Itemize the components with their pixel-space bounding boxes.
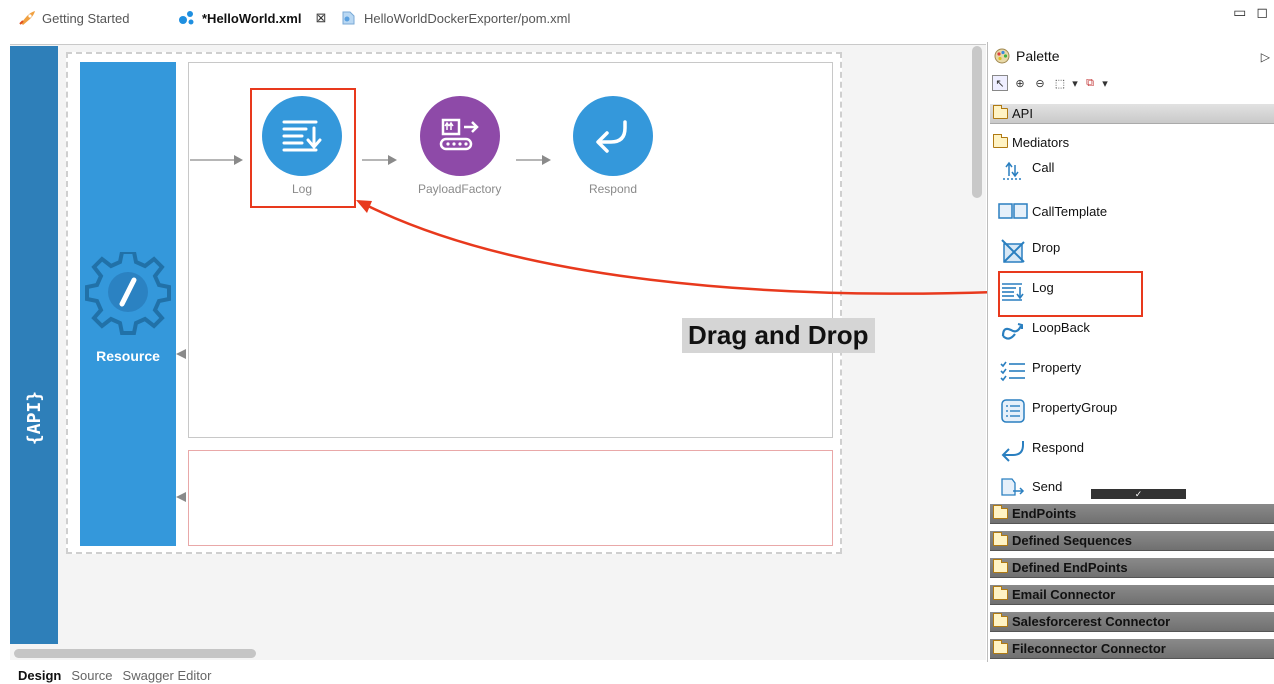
chevron-down-icon[interactable]: ▾	[1102, 75, 1108, 91]
palette-item-calltemplate[interactable]: CallTemplate	[998, 196, 1107, 226]
respond-icon	[998, 437, 1028, 465]
palette-header: Palette	[994, 48, 1060, 64]
editor-bottom-tabs: Design Source Swagger Editor	[18, 668, 211, 683]
payloadfactory-mediator-node[interactable]: PayloadFactory	[418, 96, 501, 196]
palette-item-property[interactable]: Property	[998, 356, 1081, 386]
palette-drawer-email-connector[interactable]: Email Connector	[990, 585, 1274, 605]
palette-panel: Palette ▷ ↖ ⊕ ⊖ ⬚ ▾ ⧉ ▾ API Mediators Ca…	[987, 42, 1274, 662]
palette-item-label: Respond	[1032, 439, 1085, 455]
respond-icon	[573, 96, 653, 176]
property-group-icon	[998, 397, 1028, 425]
folder-icon	[992, 532, 1008, 546]
palette-item-call[interactable]: Call	[998, 156, 1054, 186]
palette-drawer-defined-sequences[interactable]: Defined Sequences	[990, 531, 1274, 551]
palette-log-highlight	[998, 271, 1143, 317]
api-label: {API}	[23, 390, 45, 446]
palette-drawer-endpoints[interactable]: EndPoints	[990, 504, 1274, 524]
palette-item-label: Property	[1032, 359, 1082, 375]
resource-block[interactable]	[80, 62, 176, 546]
tab-pom-xml[interactable]: HelloWorldDockerExporter/pom.xml	[340, 8, 570, 28]
zoom-out-icon[interactable]: ⊖	[1032, 75, 1048, 91]
palette-item-label: PropertyGroup	[1032, 399, 1118, 415]
tab-swagger-editor[interactable]: Swagger Editor	[123, 668, 212, 683]
api-file-icon	[179, 11, 194, 25]
palette-item-label: Drop	[1032, 239, 1061, 255]
payload-factory-icon	[419, 96, 500, 176]
palette-icon	[994, 48, 1010, 64]
palette-scroll-indicator[interactable]: ✓	[1091, 489, 1186, 499]
palette-item-loopback[interactable]: LoopBack	[998, 316, 1090, 346]
chevron-down-icon[interactable]: ▾	[1072, 75, 1078, 91]
drawer-label: Email Connector	[1012, 587, 1116, 602]
folder-icon	[992, 505, 1008, 519]
palette-drawer-fileconnector-connector[interactable]: Fileconnector Connector	[990, 639, 1274, 659]
drawer-label: Defined EndPoints	[1012, 560, 1128, 575]
palette-title: Palette	[1016, 48, 1060, 64]
drawer-label: Salesforcerest Connector	[1012, 614, 1171, 629]
folder-open-icon	[992, 133, 1008, 148]
drawer-label: Fileconnector Connector	[1012, 641, 1166, 656]
palette-item-respond[interactable]: Respond	[998, 436, 1084, 466]
send-icon	[998, 476, 1028, 496]
connection-tool-icon[interactable]: ⧉	[1082, 75, 1098, 91]
tab-design[interactable]: Design	[18, 668, 61, 683]
mediator-label: Respond	[588, 182, 638, 196]
palette-item-label: CallTemplate	[1032, 203, 1108, 219]
palette-item-propertygroup[interactable]: PropertyGroup	[998, 396, 1117, 426]
rocket-icon	[19, 11, 35, 25]
close-tab-icon[interactable]: ⊠	[315, 10, 326, 26]
eclipse-editor-window: Getting Started *HelloWorld.xml ⊠ HelloW…	[0, 0, 1274, 684]
zoom-in-icon[interactable]: ⊕	[1012, 75, 1028, 91]
palette-item-send[interactable]: Send	[998, 476, 1062, 496]
vertical-scrollbar[interactable]	[972, 46, 982, 198]
tab-source[interactable]: Source	[71, 668, 112, 683]
tab-getting-started[interactable]: Getting Started	[18, 8, 129, 28]
palette-drawer-api[interactable]: API	[990, 104, 1274, 124]
mediator-label: PayloadFactory	[418, 182, 502, 196]
marquee-tool-icon[interactable]: ⬚	[1052, 75, 1068, 91]
resource-label: Resource	[96, 348, 160, 364]
property-icon	[998, 357, 1028, 385]
select-tool-icon[interactable]: ↖	[992, 75, 1008, 91]
tab-label: Getting Started	[42, 10, 130, 26]
drop-icon	[998, 237, 1028, 265]
tab-label: HelloWorldDockerExporter/pom.xml	[364, 10, 571, 26]
folder-icon	[992, 559, 1008, 573]
editor-tab-bar: Getting Started *HelloWorld.xml ⊠ HelloW…	[0, 0, 1274, 36]
palette-item-label: Call	[1032, 159, 1055, 175]
maximize-icon[interactable]: ◻	[1256, 4, 1268, 21]
respond-mediator-node[interactable]: Respond	[573, 96, 653, 196]
horizontal-scrollbar[interactable]	[14, 649, 256, 658]
folder-icon	[992, 105, 1008, 119]
palette-item-label: LoopBack	[1032, 319, 1090, 335]
tab-label: *HelloWorld.xml	[202, 10, 302, 26]
palette-item-label: Send	[1032, 478, 1063, 494]
drawer-label: EndPoints	[1012, 506, 1077, 521]
drawer-label: Defined Sequences	[1012, 533, 1132, 548]
palette-drawer-mediators[interactable]: Mediators	[990, 132, 1274, 152]
palette-drawer-salesforcerest-connector[interactable]: Salesforcerest Connector	[990, 612, 1274, 632]
api-sidebar	[10, 46, 58, 644]
tab-helloworld-xml[interactable]: *HelloWorld.xml ⊠	[178, 8, 326, 28]
call-icon	[998, 157, 1028, 185]
palette-item-drop[interactable]: Drop	[998, 236, 1060, 266]
loopback-icon	[998, 317, 1028, 345]
palette-drawer-defined-endpoints[interactable]: Defined EndPoints	[990, 558, 1274, 578]
folder-icon	[992, 586, 1008, 600]
log-node-highlight	[250, 88, 356, 208]
drawer-label: Mediators	[1012, 134, 1070, 150]
minimize-icon[interactable]: ▭	[1233, 4, 1246, 21]
window-controls: ▭ ◻	[1233, 4, 1268, 21]
collapse-palette-icon[interactable]: ▷	[1261, 50, 1270, 64]
maven-file-icon	[342, 11, 355, 25]
palette-toolbar: ↖ ⊕ ⊖ ⬚ ▾ ⧉ ▾	[992, 72, 1108, 94]
folder-icon	[992, 640, 1008, 654]
folder-icon	[992, 613, 1008, 627]
out-sequence-area[interactable]	[188, 450, 833, 546]
drawer-label: API	[1012, 106, 1033, 121]
drag-and-drop-annotation: Drag and Drop	[682, 318, 875, 353]
call-template-icon	[998, 197, 1028, 225]
